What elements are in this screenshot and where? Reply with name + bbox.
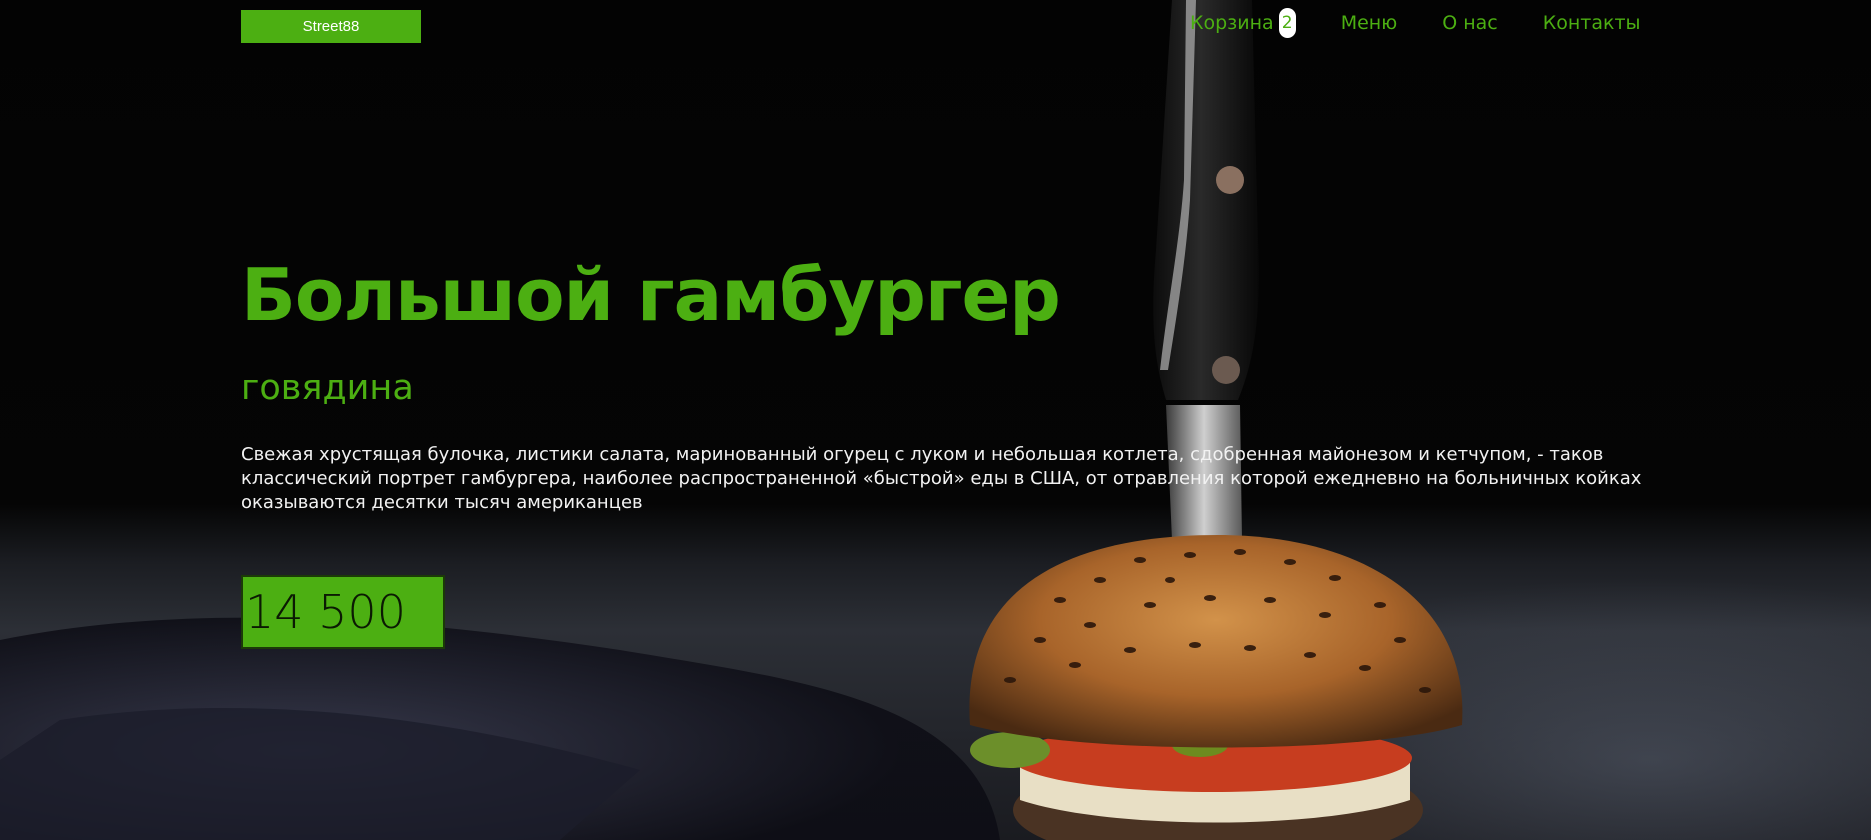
product-title: Большой гамбургер (241, 253, 1061, 337)
nav-menu-link[interactable]: Меню (1341, 10, 1398, 36)
nav-cart-label: Корзина (1190, 12, 1274, 34)
main-nav: Корзина 2 Меню О нас Контакты (1190, 8, 1641, 38)
product-subtitle: говядина (241, 368, 414, 408)
cart-count-badge: 2 (1278, 8, 1296, 38)
nav-contacts-link[interactable]: Контакты (1543, 10, 1641, 36)
logo-button[interactable]: Street88 (241, 10, 421, 43)
nav-cart-link[interactable]: Корзина 2 (1190, 8, 1296, 38)
hero-background-photo (0, 0, 1871, 840)
burger-photo (0, 0, 1463, 840)
product-description: Свежая хрустящая булочка, листики салата… (241, 444, 1642, 513)
nav-about-link[interactable]: О нас (1442, 10, 1498, 36)
price-button[interactable]: 14 500 (241, 575, 445, 649)
